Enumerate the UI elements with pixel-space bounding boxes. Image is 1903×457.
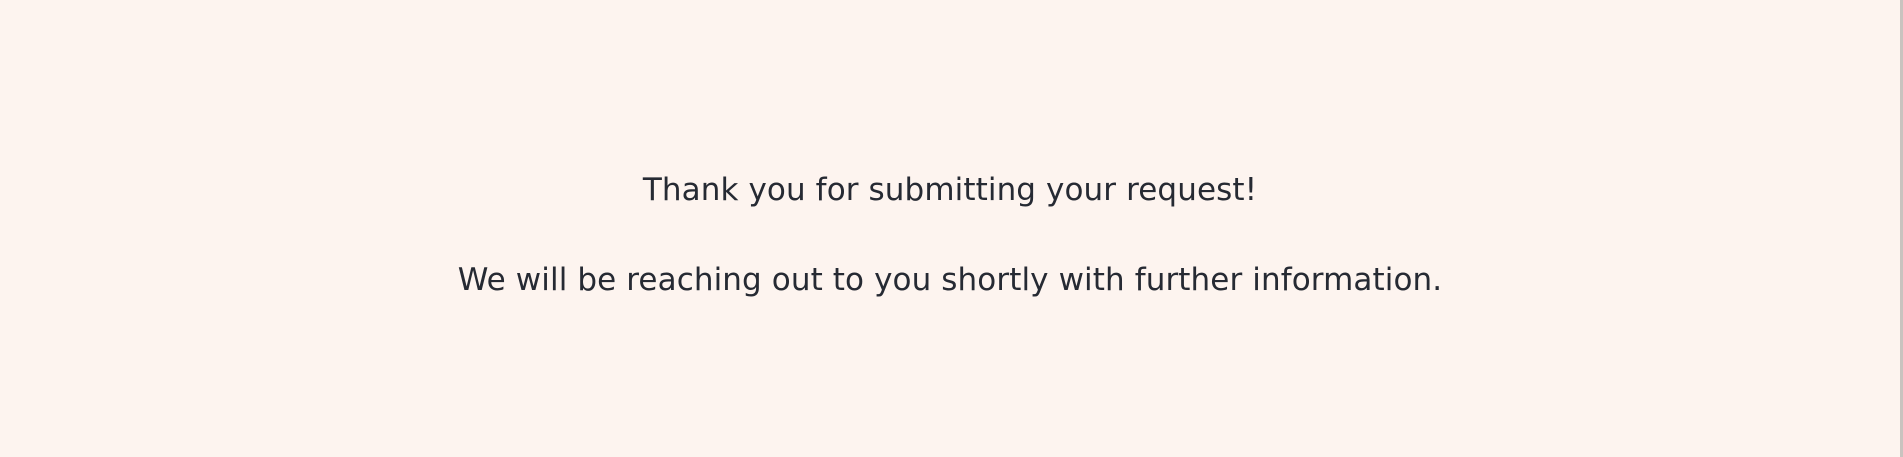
confirmation-heading: Thank you for submitting your request!: [642, 172, 1258, 208]
confirmation-panel: Thank you for submitting your request! W…: [0, 0, 1900, 457]
confirmation-page: Thank you for submitting your request! W…: [0, 0, 1903, 457]
confirmation-message: We will be reaching out to you shortly w…: [457, 262, 1443, 298]
